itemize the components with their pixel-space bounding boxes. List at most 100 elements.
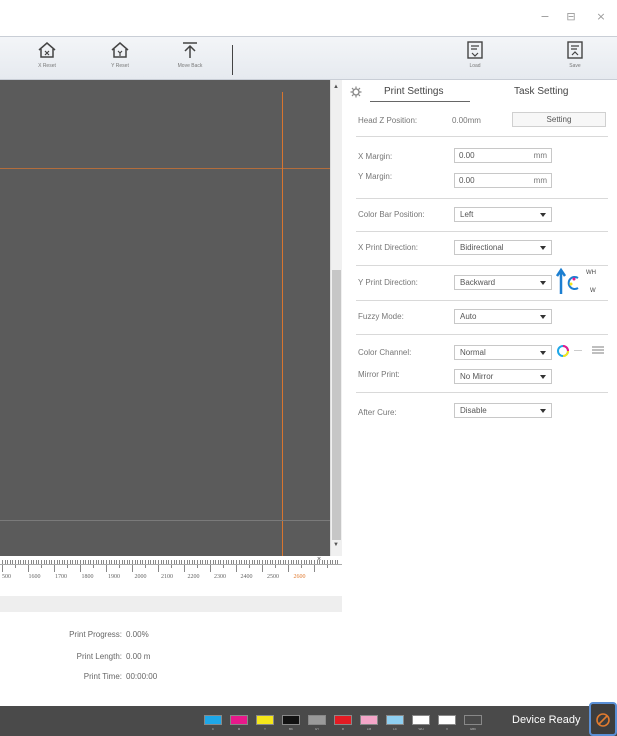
color-channel-icon[interactable] bbox=[556, 344, 570, 358]
color-bar-select[interactable]: Left bbox=[454, 207, 552, 222]
color-channel-select[interactable]: Normal bbox=[454, 345, 552, 360]
y-margin-value: 0.00 bbox=[459, 176, 475, 185]
divider bbox=[356, 198, 608, 199]
x-margin-input[interactable]: 0.00 mm bbox=[454, 148, 552, 163]
toolbar-separator bbox=[232, 45, 233, 75]
y-print-direction-select[interactable]: Backward bbox=[454, 275, 552, 290]
print-preview-canvas[interactable] bbox=[0, 80, 330, 556]
vertical-scrollbar[interactable]: ▲ ▼ bbox=[330, 80, 342, 556]
ruler-label: 2600 bbox=[293, 574, 306, 580]
after-cure-label: After Cure: bbox=[358, 408, 397, 417]
x-print-direction-select[interactable]: Bidirectional bbox=[454, 240, 552, 255]
x-print-direction-value: Bidirectional bbox=[460, 243, 504, 252]
color-channel-label: Color Channel: bbox=[358, 348, 412, 357]
print-time-value: 00:00:00 bbox=[126, 672, 158, 681]
minimize-button[interactable]: − bbox=[538, 10, 552, 24]
y-reset-button[interactable]: Y Reset bbox=[95, 39, 145, 79]
mirror-print-select[interactable]: No Mirror bbox=[454, 369, 552, 384]
ink-swatch-y bbox=[256, 715, 274, 725]
save-label: Save bbox=[569, 63, 581, 69]
save-button[interactable]: Save bbox=[550, 39, 600, 79]
home-y-icon bbox=[111, 42, 129, 58]
ruler-label: 1600 bbox=[28, 574, 41, 580]
device-status: Device Ready bbox=[512, 714, 581, 726]
menu-icon[interactable] bbox=[592, 346, 604, 354]
mirror-print-label: Mirror Print: bbox=[358, 370, 400, 379]
mirror-print-value: No Mirror bbox=[460, 372, 494, 381]
chevron-down-icon bbox=[540, 375, 546, 379]
w-label: W bbox=[590, 288, 596, 294]
y-reset-label: Y Reset bbox=[111, 63, 129, 69]
print-length-label: Print Length: bbox=[76, 652, 122, 661]
load-button[interactable]: Load bbox=[450, 39, 500, 79]
color-bar-label: Color Bar Position: bbox=[358, 210, 425, 219]
ink-label: M bbox=[237, 727, 241, 731]
head-z-setting-button[interactable]: Setting bbox=[512, 112, 606, 127]
ink-label: LC bbox=[393, 727, 397, 731]
toggle-dash-icon bbox=[574, 350, 582, 351]
x-margin-value: 0.00 bbox=[459, 151, 475, 160]
horizontal-ruler: × 50016001700180019002000210022002300240… bbox=[0, 556, 342, 596]
ruler-tick bbox=[2, 560, 3, 572]
divider bbox=[356, 392, 608, 393]
divider bbox=[356, 136, 608, 137]
scroll-up-arrow[interactable]: ▲ bbox=[331, 84, 341, 90]
after-cure-value: Disable bbox=[460, 406, 487, 415]
horizontal-scroll-area[interactable] bbox=[0, 596, 342, 612]
chevron-down-icon bbox=[540, 409, 546, 413]
ruler-label: 2300 bbox=[214, 574, 226, 580]
y-margin-label: Y Margin: bbox=[358, 172, 393, 181]
ruler-label: 2000 bbox=[134, 574, 147, 580]
ruler-tick bbox=[262, 560, 263, 572]
ink-swatch-wh bbox=[412, 715, 430, 725]
ink-label: R bbox=[341, 727, 345, 731]
head-z-label: Head Z Position: bbox=[358, 116, 418, 125]
save-icon bbox=[567, 41, 583, 59]
move-back-label: Move Back bbox=[177, 63, 203, 69]
fuzzy-mode-select[interactable]: Auto bbox=[454, 309, 552, 324]
x-reset-label: X Reset bbox=[38, 63, 56, 69]
horizontal-guide-line bbox=[0, 168, 330, 169]
y-print-direction-value: Backward bbox=[460, 278, 496, 287]
print-progress-label: Print Progress: bbox=[69, 630, 122, 639]
gear-icon[interactable] bbox=[350, 86, 362, 98]
ruler-label: 2200 bbox=[187, 574, 200, 580]
device-connect-button[interactable] bbox=[589, 702, 617, 736]
chevron-down-icon bbox=[540, 246, 546, 250]
load-label: Load bbox=[469, 63, 481, 69]
ink-swatch-lc bbox=[386, 715, 404, 725]
home-x-icon bbox=[38, 42, 56, 58]
status-bar: C M Y BK GY R LM LC WH V GBK Device Ready bbox=[0, 706, 617, 736]
scroll-down-arrow[interactable]: ▼ bbox=[331, 542, 341, 548]
settings-panel: Print Settings Task Setting Head Z Posit… bbox=[342, 80, 617, 706]
chevron-down-icon bbox=[540, 315, 546, 319]
chevron-down-icon bbox=[540, 281, 546, 285]
fuzzy-mode-value: Auto bbox=[460, 312, 477, 321]
y-margin-input[interactable]: 0.00 mm bbox=[454, 173, 552, 188]
ruler-tick bbox=[28, 560, 29, 572]
ink-swatch-v bbox=[438, 715, 456, 725]
x-reset-button[interactable]: X Reset bbox=[22, 39, 72, 79]
after-cure-select[interactable]: Disable bbox=[454, 403, 552, 418]
restore-button[interactable]: ⊟ bbox=[564, 10, 578, 24]
scroll-thumb[interactable] bbox=[332, 270, 341, 540]
print-time-label: Print Time: bbox=[83, 672, 122, 681]
ruler-label: 2500 bbox=[267, 574, 279, 580]
ruler-tick bbox=[210, 560, 211, 572]
ruler-tick bbox=[314, 560, 315, 572]
ink-label: WH bbox=[418, 727, 424, 731]
move-back-button[interactable]: Move Back bbox=[165, 39, 215, 79]
x-margin-label: X Margin: bbox=[358, 152, 393, 161]
divider bbox=[356, 300, 608, 301]
tab-task-setting[interactable]: Task Setting bbox=[514, 86, 568, 97]
tab-print-settings[interactable]: Print Settings bbox=[384, 86, 443, 97]
ruler-tick bbox=[184, 560, 185, 572]
canvas-line bbox=[0, 520, 330, 521]
ruler-label: 2400 bbox=[240, 574, 253, 580]
ruler-tick bbox=[54, 560, 55, 572]
close-button[interactable]: × bbox=[594, 10, 608, 24]
vertical-guide-line bbox=[282, 92, 283, 556]
ruler-tick bbox=[236, 560, 237, 572]
ink-label: BK bbox=[288, 727, 293, 731]
move-back-icon bbox=[183, 42, 197, 58]
